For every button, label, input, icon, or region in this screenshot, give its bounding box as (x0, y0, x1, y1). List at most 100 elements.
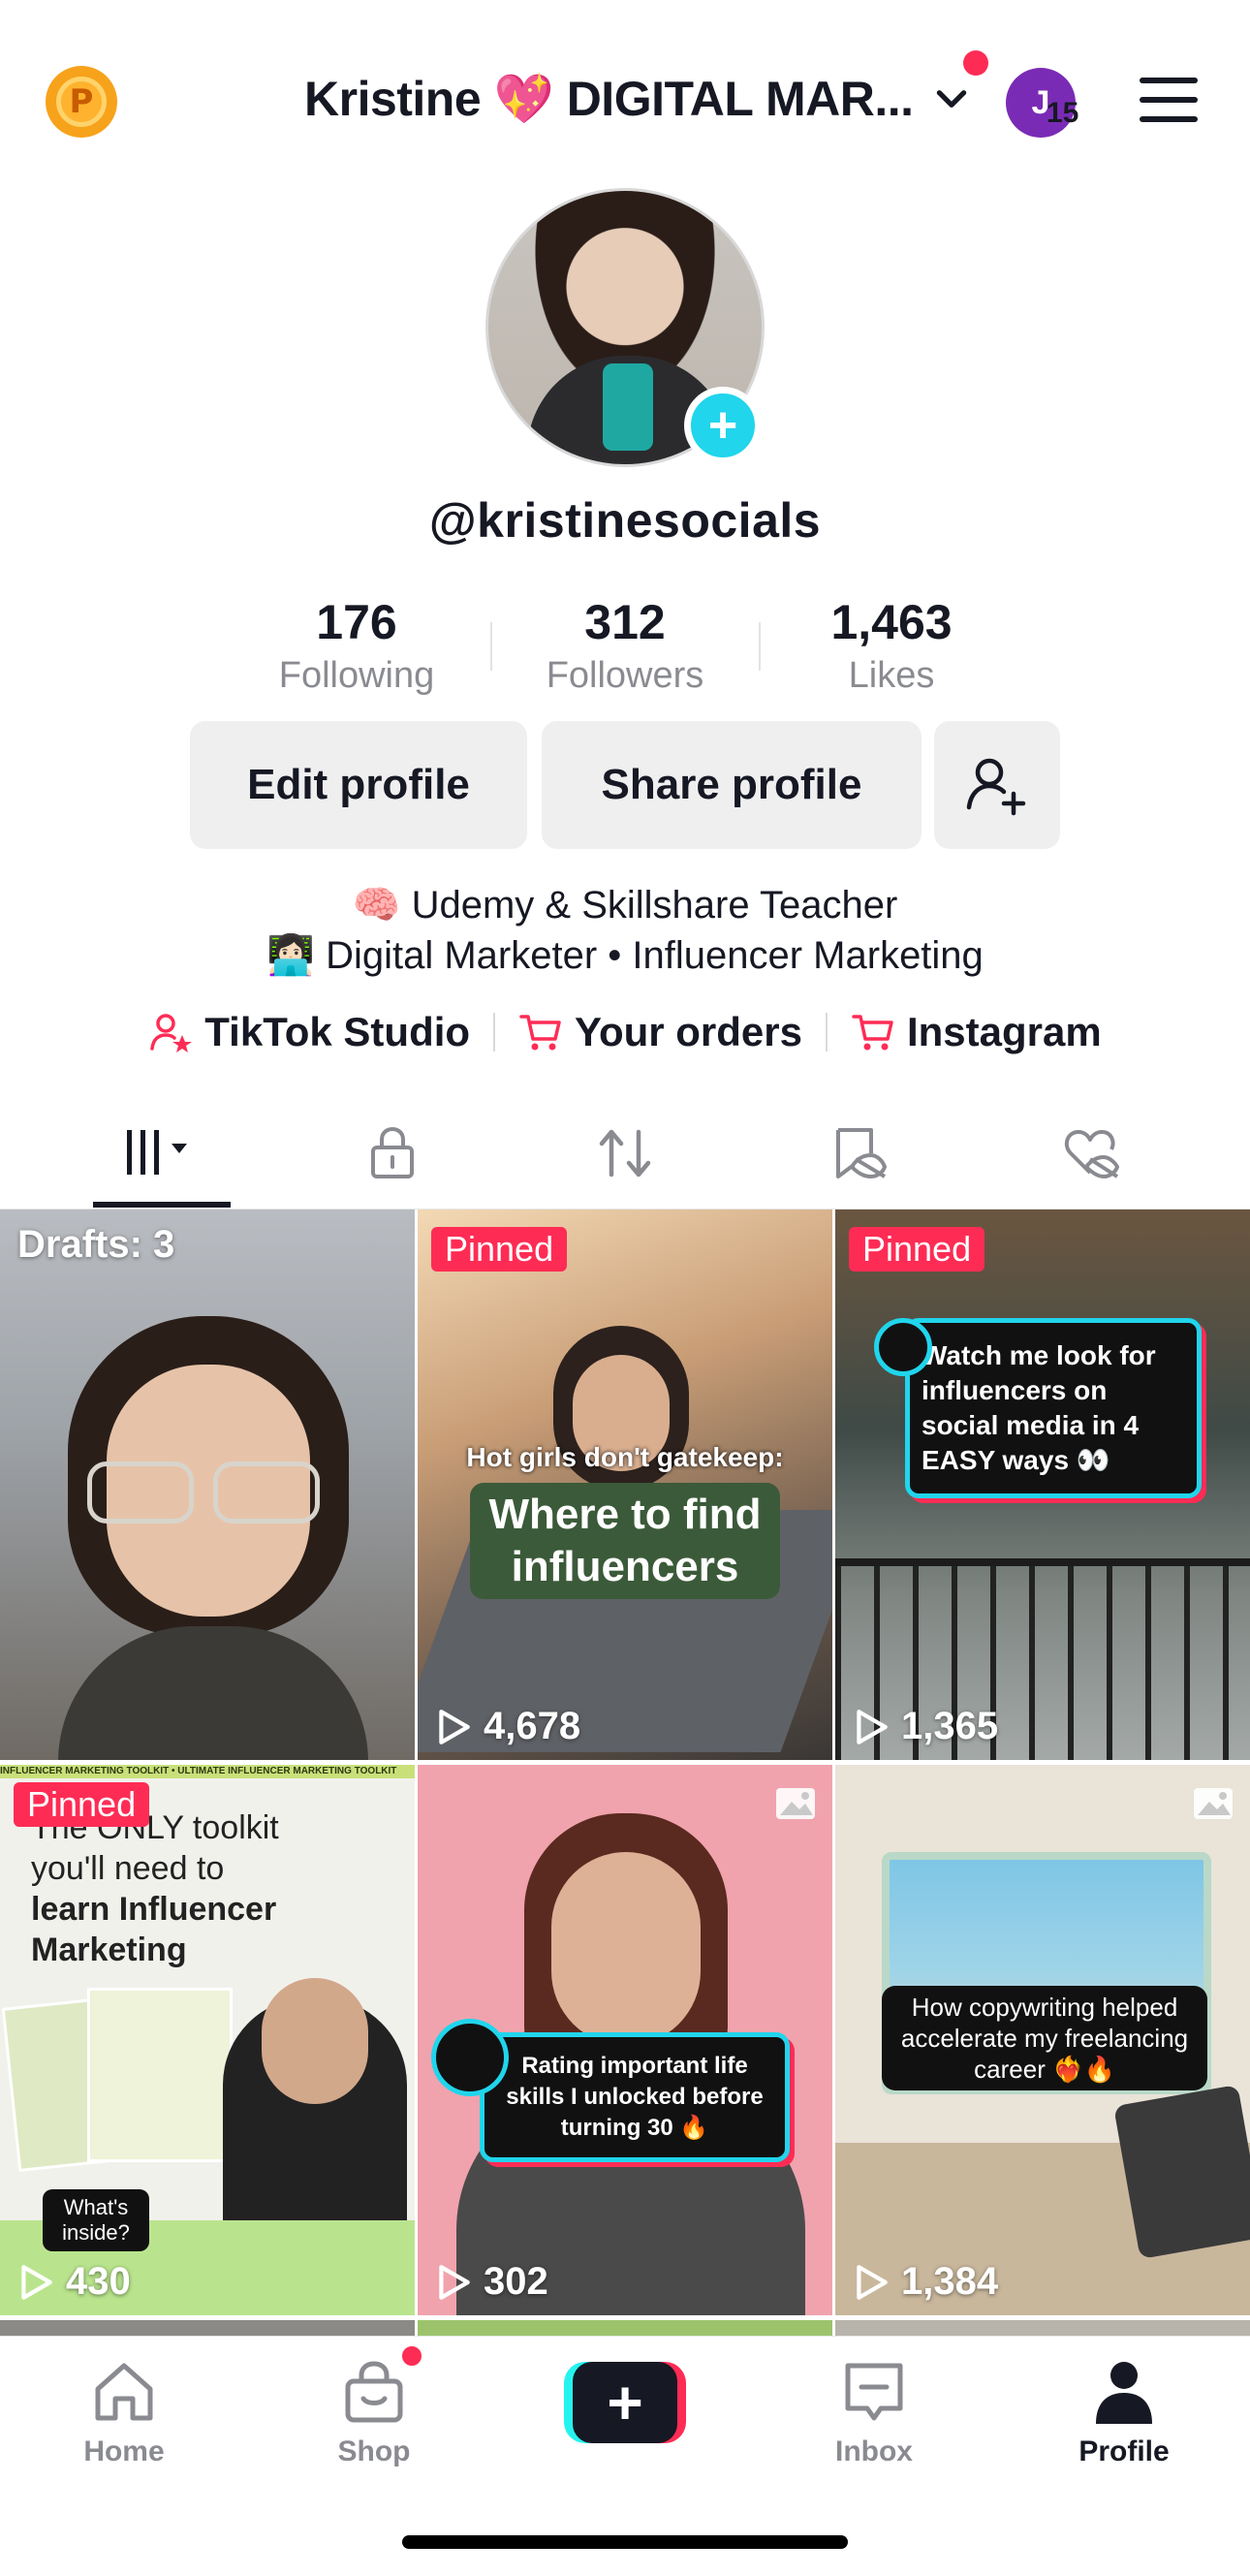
view-count: 430 (16, 2260, 131, 2304)
video-tile[interactable]: INFLUENCER MARKETING TOOLKIT • ULTIMATE … (0, 1765, 415, 2315)
bookmark-eye-icon (836, 1128, 887, 1179)
stat-label: Following (278, 655, 435, 696)
profile-avatar-container[interactable]: + (485, 188, 765, 467)
top-bar: P Kristine 💖 DIGITAL MAR... J 15 (0, 0, 1250, 184)
play-icon (857, 2264, 888, 2300)
your-orders-link[interactable]: Your orders (518, 1009, 802, 1055)
view-count-value: 302 (484, 2260, 548, 2303)
share-profile-button[interactable]: Share profile (542, 721, 922, 849)
bio-line-1: 🧠 Udemy & Skillshare Teacher (352, 884, 898, 927)
bio-line-2: 👩🏻‍💻 Digital Marketer • Influencer Marke… (266, 934, 984, 977)
hamburger-menu-icon[interactable] (1140, 78, 1198, 126)
stat-divider (759, 622, 761, 671)
nav-inbox[interactable]: Inbox (777, 2356, 971, 2468)
account-switcher[interactable]: Kristine 💖 DIGITAL MAR... (304, 62, 972, 136)
view-count: 302 (433, 2260, 548, 2304)
tab-reposts[interactable] (552, 1115, 698, 1192)
play-icon (439, 1709, 470, 1744)
video-caption: How copywriting helped accelerate my fre… (882, 1986, 1207, 2090)
stat-followers[interactable]: 312 Followers (509, 593, 741, 700)
profile-username: @kristinesocials (428, 493, 822, 548)
pinned-badge: Pinned (14, 1782, 150, 1827)
create-button[interactable]: + (564, 2362, 686, 2443)
tab-favorites[interactable] (785, 1115, 930, 1192)
profile-icon (1096, 2362, 1152, 2424)
view-count: 1,384 (851, 2260, 998, 2304)
profile-stats: 176 Following 312 Followers 1,463 Likes (0, 593, 1250, 700)
stat-label: Followers (546, 655, 704, 696)
photo-icon (776, 1788, 815, 1819)
view-count-value: 430 (66, 2260, 131, 2303)
add-friends-button[interactable] (934, 721, 1060, 849)
account-name: Kristine 💖 DIGITAL MAR... (304, 71, 914, 126)
pinned-badge: Pinned (431, 1227, 568, 1272)
view-count-value: 4,678 (484, 1705, 581, 1747)
pinned-badge: Pinned (849, 1227, 985, 1272)
toolkit-banner: INFLUENCER MARKETING TOOLKIT • ULTIMATE … (0, 1765, 415, 1778)
video-caption-line: you'll need to (31, 1850, 225, 1887)
video-caption-top: Hot girls don't gatekeep: (466, 1442, 784, 1472)
photo-tile[interactable]: How copywriting helped accelerate my fre… (835, 1765, 1250, 2315)
stat-likes[interactable]: 1,463 Likes (775, 593, 1008, 700)
instagram-label: Instagram (906, 1009, 1102, 1054)
cart-icon (519, 1015, 561, 1051)
play-icon (21, 2264, 52, 2300)
home-icon (95, 2363, 153, 2421)
view-count-value: 1,365 (901, 1705, 999, 1747)
view-count-value: 1,384 (901, 2260, 999, 2303)
video-caption: Rating important life skills I unlocked … (480, 2032, 790, 2162)
instagram-link[interactable]: Instagram (851, 1009, 1102, 1055)
drafts-tile[interactable]: Drafts: 3 (0, 1209, 415, 1760)
content-tabs (0, 1095, 1250, 1209)
tiktok-logo-icon (431, 2019, 509, 2096)
view-count: 1,365 (851, 1705, 998, 1748)
tiktok-studio-link[interactable]: TikTok Studio (148, 1009, 470, 1055)
nav-label: Shop (337, 2435, 411, 2467)
add-avatar-plus-icon[interactable]: + (684, 387, 762, 464)
nav-label: Profile (1078, 2435, 1170, 2467)
home-indicator[interactable] (402, 2535, 848, 2549)
nav-shop[interactable]: Shop (277, 2356, 471, 2468)
link-divider (825, 1013, 828, 1052)
tab-liked[interactable] (1017, 1115, 1163, 1192)
lock-icon (371, 1126, 414, 1178)
add-user-icon (966, 758, 1026, 816)
stat-value: 312 (584, 595, 666, 649)
nav-home[interactable]: Home (27, 2356, 221, 2468)
video-caption: Where to find influencers (470, 1483, 780, 1599)
create-plus-icon: + (573, 2362, 677, 2443)
active-tab-indicator (93, 1202, 231, 1208)
tiktok-studio-icon (150, 1014, 193, 1052)
stat-value: 176 (316, 595, 397, 649)
tab-private[interactable] (320, 1115, 465, 1192)
your-orders-label: Your orders (575, 1009, 802, 1054)
tab-videos[interactable] (89, 1115, 234, 1192)
tiktok-logo-icon (874, 1318, 932, 1376)
nav-label: Home (83, 2435, 165, 2467)
whats-inside-label: What's inside? (43, 2189, 149, 2251)
nav-profile[interactable]: Profile (1027, 2356, 1221, 2468)
chevron-down-icon (936, 90, 966, 108)
photo-tile[interactable]: Rating important life skills I unlocked … (418, 1765, 832, 2315)
view-count: 4,678 (433, 1705, 580, 1748)
points-badge-button[interactable]: P (46, 66, 117, 138)
profile-links: TikTok Studio Your orders Instagram (0, 1000, 1250, 1064)
video-caption: Watch me look for influencers on social … (905, 1318, 1202, 1498)
drafts-count: Drafts: 3 (17, 1223, 175, 1266)
stat-following[interactable]: 176 Following (240, 593, 473, 700)
repost-icon (599, 1129, 651, 1178)
shop-icon (345, 2361, 403, 2423)
edit-profile-button[interactable]: Edit profile (190, 721, 527, 849)
video-caption-line: learn Influencer (31, 1891, 277, 1928)
stat-divider (490, 622, 492, 671)
stat-label: Likes (848, 655, 935, 696)
link-divider (493, 1013, 496, 1052)
notification-dot (963, 50, 988, 76)
switch-account-count: 15 (1047, 97, 1079, 129)
grid-dropdown-icon (127, 1130, 187, 1175)
video-tile[interactable]: Watch me look for influencers on social … (835, 1209, 1250, 1760)
stat-value: 1,463 (830, 595, 953, 649)
play-icon (857, 1709, 888, 1744)
video-tile[interactable]: Hot girls don't gatekeep: Where to find … (418, 1209, 832, 1760)
shop-notification-dot (399, 2343, 424, 2369)
